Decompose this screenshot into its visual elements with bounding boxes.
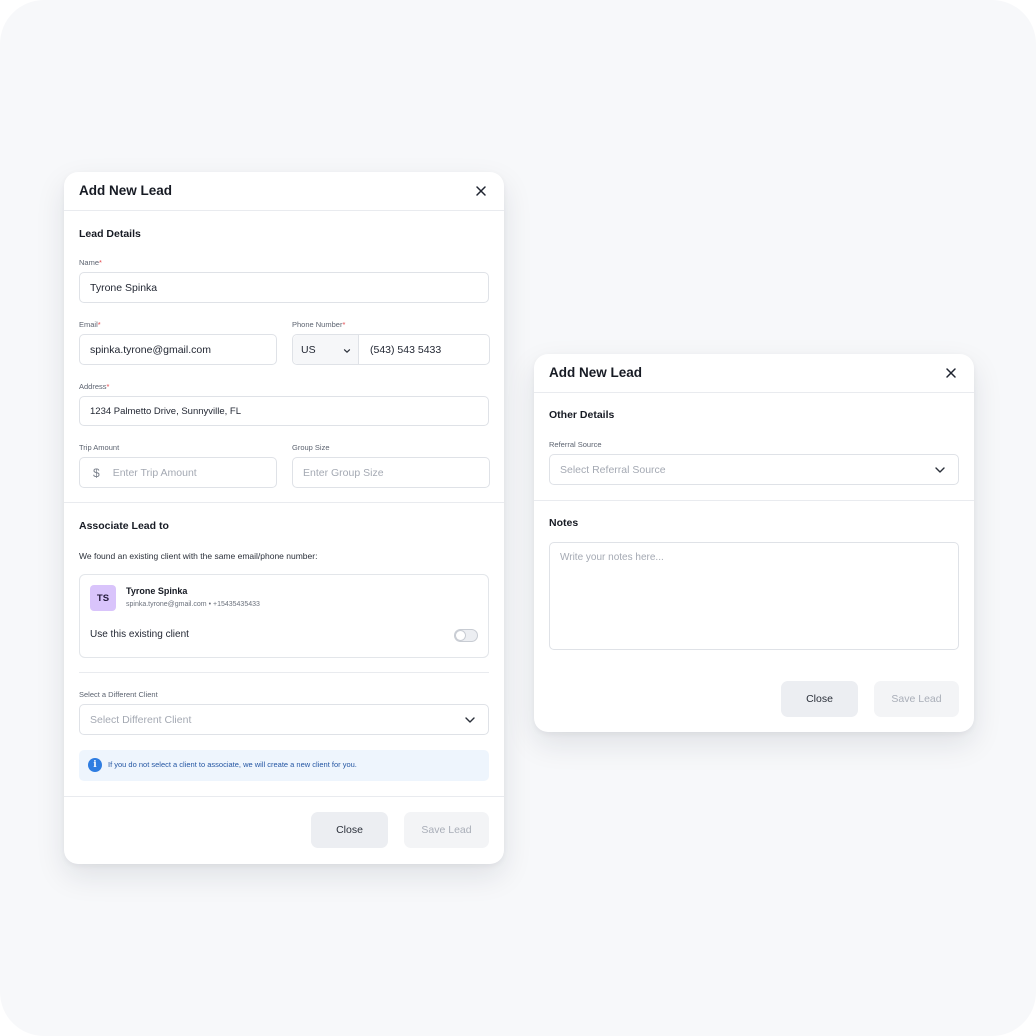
address-input[interactable]: 1234 Palmetto Drive, Sunnyville, FL — [79, 396, 489, 426]
inner-divider — [79, 672, 489, 673]
different-client-select[interactable]: Select Different Client — [79, 704, 489, 735]
close-icon[interactable] — [474, 184, 488, 198]
name-value: Tyrone Spinka — [90, 281, 158, 294]
email-label: Email* — [79, 320, 101, 329]
existing-client-card: TS Tyrone Spinka spinka.tyrone@gmail.com… — [79, 574, 489, 658]
referral-source-label: Referral Source — [549, 440, 602, 449]
phone-input[interactable]: (543) 543 5433 — [359, 344, 441, 356]
required-mark: * — [106, 382, 110, 391]
phone-input-group: US (543) 543 5433 — [292, 334, 490, 365]
client-contact: spinka.tyrone@gmail.com • +15435435433 — [126, 601, 260, 608]
phone-label-text: Phone Number — [292, 320, 343, 329]
modal-title: Add New Lead — [549, 365, 643, 380]
address-value: 1234 Palmetto Drive, Sunnyville, FL — [90, 405, 242, 417]
notes-placeholder: Write your notes here... — [560, 552, 664, 563]
client-name: Tyrone Spinka — [126, 586, 188, 596]
info-banner: i If you do not select a client to assoc… — [79, 750, 489, 781]
footer-divider — [64, 796, 504, 797]
notes-heading: Notes — [549, 517, 579, 529]
different-client-placeholder: Select Different Client — [90, 713, 192, 726]
add-lead-modal-lead-details: Add New Lead Lead Details Name* Tyrone S… — [64, 172, 504, 864]
lead-details-heading: Lead Details — [79, 228, 141, 240]
address-label: Address* — [79, 382, 109, 391]
modal-header: Add New Lead — [64, 172, 504, 211]
chevron-down-icon — [343, 349, 351, 353]
dollar-icon: $ — [93, 465, 100, 480]
name-input[interactable]: Tyrone Spinka — [79, 272, 489, 303]
close-icon[interactable] — [944, 366, 958, 380]
email-input[interactable]: spinka.tyrone@gmail.com — [79, 334, 277, 365]
save-lead-button[interactable]: Save Lead — [874, 681, 959, 717]
trip-amount-input[interactable]: $ Enter Trip Amount — [79, 457, 277, 488]
referral-source-select[interactable]: Select Referral Source — [549, 454, 959, 485]
chevron-down-icon — [465, 717, 475, 723]
notes-textarea[interactable]: Write your notes here... — [549, 542, 959, 650]
save-lead-button[interactable]: Save Lead — [404, 812, 489, 848]
associate-heading: Associate Lead to — [79, 520, 169, 532]
phone-label: Phone Number* — [292, 320, 345, 329]
close-button[interactable]: Close — [311, 812, 388, 848]
modal-header: Add New Lead — [534, 354, 974, 393]
use-existing-toggle[interactable] — [454, 629, 478, 642]
found-client-text: We found an existing client with the sam… — [79, 551, 318, 561]
close-button[interactable]: Close — [781, 681, 858, 717]
group-size-label: Group Size — [292, 443, 330, 452]
email-value: spinka.tyrone@gmail.com — [90, 343, 211, 356]
modal-title: Add New Lead — [79, 183, 173, 198]
section-divider — [64, 502, 504, 503]
info-icon: i — [88, 758, 102, 772]
chevron-down-icon — [935, 467, 945, 473]
avatar: TS — [90, 585, 116, 611]
canvas-background: Add New Lead Lead Details Name* Tyrone S… — [0, 0, 1036, 1036]
other-details-heading: Other Details — [549, 409, 615, 421]
email-label-text: Email — [79, 320, 98, 329]
name-label: Name* — [79, 258, 102, 267]
trip-amount-label: Trip Amount — [79, 443, 120, 452]
referral-source-placeholder: Select Referral Source — [560, 463, 666, 476]
trip-amount-placeholder: Enter Trip Amount — [112, 466, 197, 479]
address-label-text: Address — [79, 382, 107, 391]
required-mark: * — [97, 320, 101, 329]
country-select[interactable]: US — [293, 335, 359, 364]
use-existing-label: Use this existing client — [90, 629, 189, 640]
section-divider — [534, 500, 974, 501]
info-text: If you do not select a client to associa… — [108, 760, 357, 769]
group-size-input[interactable]: Enter Group Size — [292, 457, 490, 488]
country-value: US — [301, 343, 316, 356]
different-client-label: Select a Different Client — [79, 690, 158, 699]
required-mark: * — [342, 320, 346, 329]
group-size-placeholder: Enter Group Size — [303, 466, 384, 479]
name-label-text: Name — [79, 258, 100, 267]
add-lead-modal-other-details: Add New Lead Other Details Referral Sour… — [534, 354, 974, 732]
required-mark: * — [99, 258, 102, 267]
toggle-knob — [456, 631, 465, 640]
